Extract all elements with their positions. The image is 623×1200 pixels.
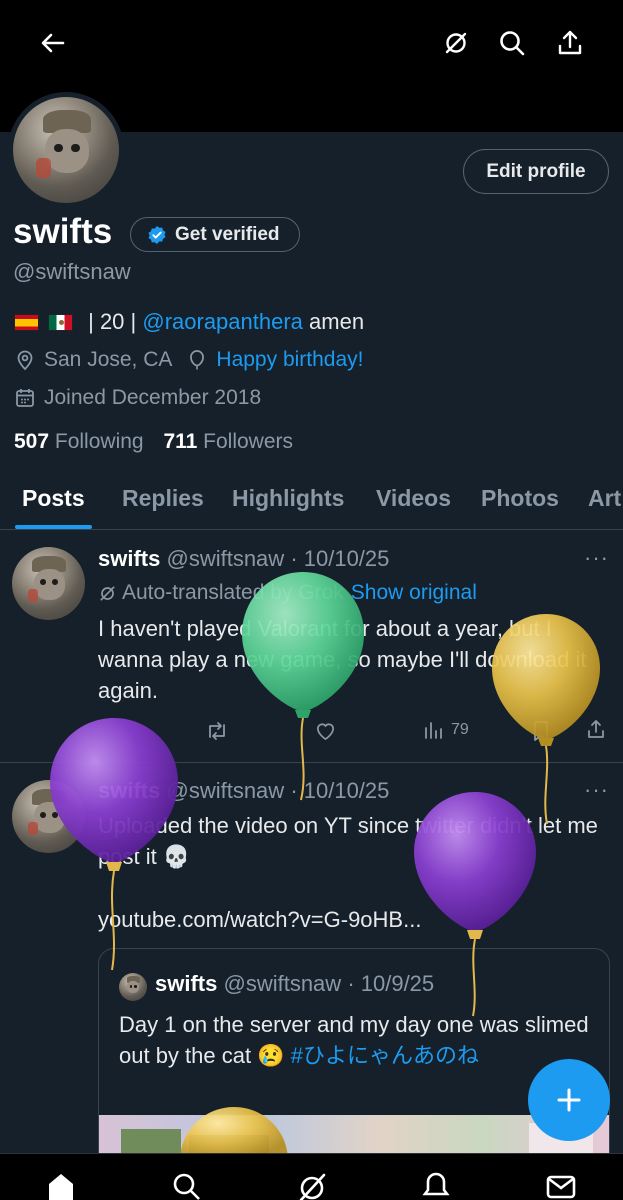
- bio-mention-link[interactable]: @raorapanthera: [142, 309, 303, 335]
- plus-icon: [557, 1088, 581, 1112]
- search-icon[interactable]: [497, 28, 527, 58]
- quote-header: swifts @swiftsnaw · 10/9/25: [155, 971, 434, 997]
- quote-author-handle: @swiftsnaw: [223, 971, 342, 996]
- more-options-icon[interactable]: ···: [584, 545, 609, 571]
- tab-art[interactable]: Art: [588, 485, 621, 512]
- calendar-icon: [16, 389, 34, 407]
- profile-name: swifts: [13, 212, 113, 251]
- search-icon[interactable]: [170, 1170, 202, 1200]
- quote-avatar: [119, 973, 147, 1001]
- tab-photos[interactable]: Photos: [481, 485, 559, 512]
- birthday-link[interactable]: Happy birthday!: [216, 348, 363, 372]
- location-icon: [17, 350, 33, 371]
- views-icon: [425, 722, 442, 739]
- views-count: 79: [451, 721, 469, 738]
- grok-icon[interactable]: [441, 28, 471, 58]
- get-verified-label: Get verified: [175, 223, 280, 245]
- tab-replies[interactable]: Replies: [122, 485, 204, 512]
- hashtag-link[interactable]: #ひよにゃんあのね: [291, 1043, 479, 1068]
- views-button[interactable]: 79: [423, 720, 469, 740]
- post-header: swifts @swiftsnaw · 10/10/25: [98, 546, 389, 572]
- profile-tabs: Posts Replies Highlights Videos Photos A…: [0, 472, 623, 530]
- back-arrow-icon[interactable]: [38, 28, 68, 58]
- quote-text: Day 1 on the server and my day one was s…: [119, 1012, 589, 1068]
- location-text: San Jose, CA: [44, 348, 173, 371]
- compose-post-button[interactable]: [528, 1059, 610, 1141]
- grok-icon: [100, 585, 115, 601]
- spain-flag-icon: [14, 313, 39, 331]
- followers-link[interactable]: 711 Followers: [163, 430, 293, 453]
- profile-avatar[interactable]: [8, 92, 124, 208]
- grok-icon[interactable]: [296, 1170, 328, 1200]
- balloon-icon: [190, 350, 205, 370]
- joined-text: Joined December 2018: [44, 386, 262, 409]
- bio-end: amen: [302, 309, 365, 334]
- following-link[interactable]: 507 Following: [14, 430, 144, 453]
- share-icon[interactable]: [555, 28, 585, 58]
- tab-highlights[interactable]: Highlights: [232, 485, 344, 512]
- retweet-button[interactable]: [205, 720, 229, 742]
- bio-text: | 20 |: [82, 309, 143, 334]
- post-avatar[interactable]: [12, 547, 85, 620]
- messages-icon[interactable]: [545, 1170, 577, 1200]
- post-author-name[interactable]: swifts: [98, 546, 160, 571]
- post-author-handle: @swiftsnaw: [166, 546, 285, 571]
- show-original-link[interactable]: Show original: [351, 581, 477, 605]
- post-date: · 10/10/25: [290, 546, 390, 571]
- green-balloon: [242, 572, 364, 801]
- verified-badge-icon: [148, 225, 166, 244]
- follow-stats: 507 Following 711 Followers: [14, 430, 293, 454]
- edit-profile-button[interactable]: Edit profile: [463, 149, 609, 194]
- get-verified-button[interactable]: Get verified: [130, 217, 300, 252]
- joined-row: Joined December 2018: [14, 386, 261, 410]
- profile-bio: | 20 | @raorapanthera amen: [14, 309, 364, 335]
- purple-balloon: [414, 792, 536, 1017]
- tab-videos[interactable]: Videos: [376, 485, 451, 512]
- purple-balloon: [50, 718, 178, 971]
- tab-active-indicator: [15, 525, 92, 529]
- yellow-balloon: [180, 1107, 288, 1155]
- profile-meta-row: San Jose, CA Happy birthday!: [14, 348, 364, 372]
- home-icon[interactable]: [45, 1170, 77, 1200]
- notifications-icon[interactable]: [420, 1170, 452, 1200]
- profile-handle: @swiftsnaw: [13, 259, 131, 284]
- retweet-icon: [209, 722, 225, 740]
- mexico-flag-icon: [48, 313, 73, 331]
- quote-author-name: swifts: [155, 971, 218, 996]
- tab-posts[interactable]: Posts: [22, 485, 85, 512]
- bottom-navigation: [0, 1153, 623, 1200]
